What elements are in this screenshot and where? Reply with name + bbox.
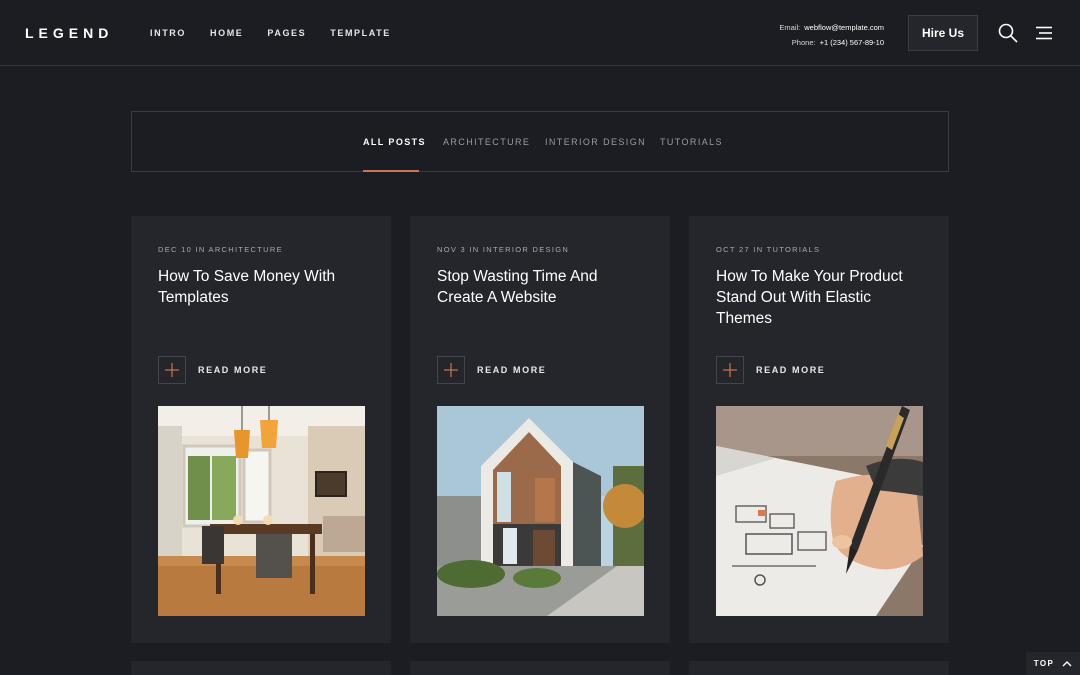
post-title[interactable]: How To Save Money With Templates: [158, 266, 368, 308]
scroll-top-button[interactable]: TOP: [1026, 652, 1080, 675]
nav-item-template[interactable]: TEMPLATE: [330, 28, 391, 38]
post-card-next-row[interactable]: [131, 661, 391, 675]
nav-item-pages[interactable]: PAGES: [267, 28, 306, 38]
scroll-top-label[interactable]: TOP: [1034, 659, 1055, 668]
post-title[interactable]: How To Make Your Product Stand Out With …: [716, 266, 926, 329]
chevron-up-icon[interactable]: [1062, 660, 1072, 667]
email-value[interactable]: webflow@template.com: [804, 23, 884, 32]
site-header: LEGEND INTRO HOME PAGES TEMPLATE Email: w…: [0, 0, 1080, 66]
nav-item-home[interactable]: HOME: [210, 28, 243, 38]
logo[interactable]: LEGEND: [25, 25, 113, 41]
post-card-next-row[interactable]: [410, 661, 670, 675]
post-image-dining-room[interactable]: [158, 406, 365, 616]
tab-tutorials[interactable]: TUTORIALS: [660, 137, 723, 147]
post-meta[interactable]: OCT 27 IN TUTORIALS: [716, 245, 820, 254]
post-meta[interactable]: DEC 10 IN ARCHITECTURE: [158, 245, 283, 254]
email-line: Email: webflow@template.com: [779, 20, 884, 35]
post-meta[interactable]: NOV 3 IN INTERIOR DESIGN: [437, 245, 569, 254]
active-tab-indicator: [363, 170, 419, 172]
read-more-label[interactable]: READ MORE: [477, 365, 546, 375]
nav-item-intro[interactable]: INTRO: [150, 28, 186, 38]
read-more-link[interactable]: READ MORE: [158, 356, 267, 384]
tab-interior-design[interactable]: INTERIOR DESIGN: [545, 137, 646, 147]
read-more-label[interactable]: READ MORE: [756, 365, 825, 375]
plus-icon[interactable]: [437, 356, 465, 384]
post-card[interactable]: DEC 10 IN ARCHITECTURE How To Save Money…: [131, 216, 391, 643]
tab-all-posts[interactable]: ALL POSTS: [363, 137, 426, 147]
phone-line: Phone: +1 (234) 567-89-10: [779, 35, 884, 50]
phone-label: Phone:: [791, 38, 816, 47]
category-filter-bar: ALL POSTS ARCHITECTURE INTERIOR DESIGN T…: [131, 111, 949, 172]
search-icon[interactable]: [998, 23, 1018, 43]
read-more-link[interactable]: READ MORE: [437, 356, 546, 384]
read-more-label[interactable]: READ MORE: [198, 365, 267, 375]
phone-value[interactable]: +1 (234) 567-89-10: [820, 38, 884, 47]
email-label: Email:: [779, 23, 801, 32]
tab-architecture[interactable]: ARCHITECTURE: [443, 137, 530, 147]
post-image-modern-house[interactable]: [437, 406, 644, 616]
post-card[interactable]: OCT 27 IN TUTORIALS How To Make Your Pro…: [689, 216, 949, 643]
hire-us-button[interactable]: Hire Us: [908, 15, 978, 51]
menu-icon[interactable]: [1035, 26, 1053, 40]
post-card[interactable]: NOV 3 IN INTERIOR DESIGN Stop Wasting Ti…: [410, 216, 670, 643]
read-more-link[interactable]: READ MORE: [716, 356, 825, 384]
plus-icon[interactable]: [716, 356, 744, 384]
post-image-sketching-hand[interactable]: [716, 406, 923, 616]
post-card-next-row[interactable]: [689, 661, 949, 675]
plus-icon[interactable]: [158, 356, 186, 384]
post-title[interactable]: Stop Wasting Time And Create A Website: [437, 266, 647, 308]
contact-info: Email: webflow@template.com Phone: +1 (234…: [779, 20, 884, 50]
main-nav: INTRO HOME PAGES TEMPLATE: [150, 28, 415, 38]
